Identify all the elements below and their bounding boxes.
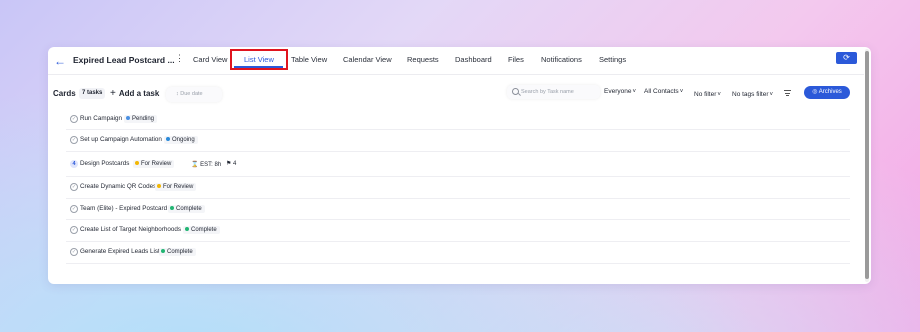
task-name[interactable]: Generate Expired Leads List xyxy=(80,248,160,255)
chevron-down-icon: ˅ xyxy=(632,89,636,95)
task-row[interactable]: ✓ Create List of Target Neighborhoods Co… xyxy=(66,220,850,242)
status-badge: Complete xyxy=(168,205,205,213)
estimate-label: EST: 8h xyxy=(200,162,222,168)
tab-highlight-box xyxy=(230,49,288,70)
chevron-down-icon: ˅ xyxy=(769,92,774,98)
add-task-label: Add a task xyxy=(118,89,160,98)
arrow-left-icon[interactable]: ← xyxy=(54,55,66,67)
status-dot xyxy=(166,136,170,141)
status-badge: Complete xyxy=(159,248,196,256)
filter-lines-icon[interactable] xyxy=(784,90,791,96)
cards-heading: Cards xyxy=(53,89,76,98)
task-name[interactable]: Team (Elite) - Expired Postcard xyxy=(80,205,167,212)
top-navigation: ← Expired Lead Postcard ... ⋮ Card View … xyxy=(48,47,871,75)
app-window: ← Expired Lead Postcard ... ⋮ Card View … xyxy=(48,47,871,284)
tab-settings[interactable]: Settings xyxy=(599,55,626,64)
task-count-badge: 7 tasks xyxy=(79,88,106,99)
eye-icon: ◎ xyxy=(812,89,819,95)
status-badge: Complete xyxy=(183,226,220,234)
task-name[interactable]: Design Postcards xyxy=(80,160,129,167)
status-filter-label: No filter xyxy=(694,91,717,98)
comment-count: 4 xyxy=(233,161,237,167)
everyone-filter-dropdown[interactable]: Everyone˅ xyxy=(604,88,636,95)
tab-files[interactable]: Files xyxy=(508,55,524,64)
due-date-label: Due date xyxy=(180,91,203,97)
status-dot xyxy=(157,183,161,188)
search-input[interactable] xyxy=(521,87,597,97)
tab-card-view[interactable]: Card View xyxy=(193,55,227,64)
tags-filter-dropdown[interactable]: No tags filter˅ xyxy=(732,91,773,98)
task-row[interactable]: ✓ Set up Campaign Automation Ongoing xyxy=(66,130,850,152)
status-label: For Review xyxy=(141,161,172,167)
task-name[interactable]: Create Dynamic QR Codes xyxy=(80,183,156,190)
tab-table-view[interactable]: Table View xyxy=(291,55,327,64)
chevron-down-icon: ˅ xyxy=(717,92,721,98)
kebab-icon[interactable]: ⋮ xyxy=(175,54,184,63)
tab-notifications[interactable]: Notifications xyxy=(541,55,582,64)
status-badge: For Review xyxy=(133,160,175,168)
contacts-filter-dropdown[interactable]: All Contacts˅ xyxy=(644,88,683,95)
status-label: Pending xyxy=(132,116,155,122)
task-row[interactable]: ✓ Team (Elite) - Expired Postcard Comple… xyxy=(66,199,850,220)
task-row[interactable]: 4 Design Postcards For Review ⌛ EST: 8h … xyxy=(66,152,850,177)
check-circle-icon[interactable]: ✓ xyxy=(70,248,78,256)
status-label: Ongoing xyxy=(172,137,195,143)
status-filter-dropdown[interactable]: No filter˅ xyxy=(694,91,721,98)
task-row[interactable]: ✓ Create Dynamic QR Codes For Review xyxy=(66,177,850,199)
check-circle-icon[interactable]: ✓ xyxy=(70,205,78,213)
task-name[interactable]: Set up Campaign Automation xyxy=(80,136,162,143)
status-dot xyxy=(126,115,130,120)
task-name[interactable]: Create List of Target Neighborhoods xyxy=(80,226,181,233)
tags-filter-label: No tags filter xyxy=(732,91,769,98)
tab-dashboard[interactable]: Dashboard xyxy=(455,55,492,64)
status-dot xyxy=(135,160,139,165)
task-name[interactable]: Run Campaign xyxy=(80,115,122,122)
search-box xyxy=(507,85,600,99)
status-dot xyxy=(185,226,189,231)
status-label: For Review xyxy=(163,184,194,190)
status-label: Complete xyxy=(176,206,202,212)
scrollbar-thumb[interactable] xyxy=(865,51,869,279)
subtask-count-badge: 4 xyxy=(70,160,78,168)
estimate-meta: ⌛ EST: 8h xyxy=(191,161,221,168)
comments-meta: ⚑ 4 xyxy=(226,160,236,167)
status-dot xyxy=(161,248,165,253)
status-dot xyxy=(170,205,174,210)
everyone-filter-label: Everyone xyxy=(604,88,632,95)
refresh-button[interactable]: ⟳ xyxy=(836,52,857,64)
add-task-button[interactable]: + Add a task xyxy=(110,88,159,99)
header-divider xyxy=(48,74,864,75)
check-circle-icon[interactable]: ✓ xyxy=(70,226,78,234)
chevron-down-icon: ˅ xyxy=(679,89,684,95)
due-date-chip[interactable]: ↕ Due date xyxy=(166,87,222,102)
status-label: Complete xyxy=(167,249,193,255)
task-row[interactable]: ✓ Generate Expired Leads List Complete xyxy=(66,242,850,264)
check-circle-icon[interactable]: ✓ xyxy=(70,136,78,144)
comment-icon: ⚑ xyxy=(226,161,234,167)
contacts-filter-label: All Contacts xyxy=(644,88,679,95)
tab-requests[interactable]: Requests xyxy=(407,55,439,64)
hourglass-icon: ⌛ xyxy=(191,162,201,168)
status-badge: For Review xyxy=(155,183,197,191)
tab-calendar-view[interactable]: Calendar View xyxy=(343,55,392,64)
task-row[interactable]: ✓ Run Campaign Pending xyxy=(66,109,850,130)
archives-label: Archives xyxy=(818,89,842,95)
archives-button[interactable]: ◎ Archives xyxy=(804,86,850,99)
search-icon xyxy=(512,88,519,95)
check-circle-icon[interactable]: ✓ xyxy=(70,115,78,123)
status-badge: Ongoing xyxy=(164,136,198,144)
status-label: Complete xyxy=(191,227,217,233)
plus-icon: + xyxy=(110,88,116,99)
check-circle-icon[interactable]: ✓ xyxy=(70,183,78,191)
project-title: Expired Lead Postcard ... xyxy=(73,55,175,65)
refresh-icon: ⟳ xyxy=(843,53,850,62)
status-badge: Pending xyxy=(124,115,158,123)
